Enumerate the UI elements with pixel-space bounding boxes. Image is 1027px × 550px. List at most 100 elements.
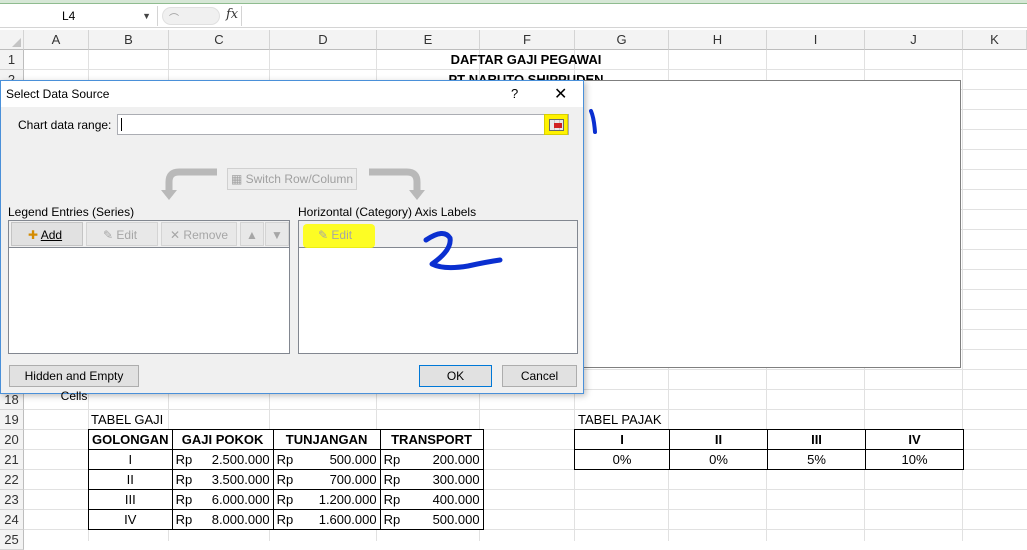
column-header-e[interactable]: E — [377, 30, 480, 50]
amount: 1.600.000 — [318, 512, 377, 527]
table-cell[interactable]: Rp 6.000.000 — [171, 489, 274, 510]
table-header-cell[interactable]: TUNJANGAN — [272, 429, 381, 450]
column-header-h[interactable]: H — [669, 30, 767, 50]
hidden-empty-cells-button[interactable]: Hidden and Empty Cells — [9, 365, 139, 403]
table-cell[interactable]: 0% — [669, 449, 768, 470]
column-header-b[interactable]: B — [89, 30, 169, 50]
edit-axis-labels-button[interactable]: ✎ Edit — [301, 222, 373, 246]
row-header-22[interactable]: 22 — [0, 470, 24, 490]
table-row: II Rp 3.500.000 Rp 700.000 Rp 300.000 — [88, 469, 484, 490]
table-header-cell[interactable]: III — [767, 429, 866, 450]
amount: 500.000 — [432, 512, 480, 527]
select-all-corner[interactable] — [0, 30, 24, 50]
close-icon[interactable]: ✕ — [554, 84, 567, 104]
table-cell[interactable]: IV — [88, 509, 173, 530]
chart-area[interactable] — [583, 80, 961, 368]
table-cell[interactable]: Rp 500.000 — [272, 449, 381, 470]
formula-buttons: ⌒ fx — [160, 6, 242, 26]
curved-arrow-left-icon — [161, 168, 217, 200]
table-header-cell[interactable]: II — [669, 429, 768, 450]
edit-icon: ✎ — [318, 228, 329, 242]
range-picker-icon[interactable] — [544, 114, 568, 135]
column-header-a[interactable]: A — [24, 30, 89, 50]
name-box[interactable]: L4 ▼ — [0, 6, 158, 26]
currency-label: Rp — [175, 452, 193, 467]
formula-bar: L4 ▼ ⌒ fx — [0, 4, 1027, 28]
legend-toolbar: ✚ Add ✎ Edit ✕ Remove ▲ ▼ — [9, 221, 289, 248]
table-cell[interactable]: II — [88, 469, 173, 490]
column-header-j[interactable]: J — [865, 30, 963, 50]
add-icon: ✚ — [28, 228, 39, 242]
remove-label: Remove — [183, 228, 229, 242]
amount: 3.500.000 — [211, 472, 270, 487]
table-header-row: I II III IV — [574, 429, 964, 450]
grid-line — [24, 69, 1027, 70]
add-series-button[interactable]: ✚ Add — [11, 222, 83, 246]
table-cell[interactable]: Rp 3.500.000 — [171, 469, 274, 490]
table-cell[interactable]: III — [88, 489, 173, 510]
table-cell[interactable]: Rp 300.000 — [379, 469, 484, 490]
column-header-i[interactable]: I — [767, 30, 865, 50]
table-cell[interactable]: Rp 700.000 — [272, 469, 381, 490]
chart-data-range-input[interactable] — [117, 114, 569, 135]
row-header-20[interactable]: 20 — [0, 430, 24, 450]
column-header-f[interactable]: F — [480, 30, 575, 50]
table-cell[interactable]: 5% — [767, 449, 866, 470]
table-cell[interactable]: Rp 2.500.000 — [171, 449, 274, 470]
table-cell[interactable]: 0% — [574, 449, 670, 470]
row-header-1[interactable]: 1 — [0, 50, 24, 70]
remove-series-button[interactable]: ✕ Remove — [161, 222, 237, 246]
chevron-down-icon[interactable]: ▼ — [142, 6, 151, 26]
formula-cancel-confirm[interactable]: ⌒ — [162, 7, 220, 25]
currency-label: Rp — [383, 492, 401, 507]
column-header-d[interactable]: D — [270, 30, 377, 50]
table-row: 0% 0% 5% 10% — [574, 449, 964, 470]
table-cell[interactable]: I — [88, 449, 173, 470]
table-cell[interactable]: Rp 500.000 — [379, 509, 484, 530]
row-header-23[interactable]: 23 — [0, 490, 24, 510]
table-cell[interactable]: Rp 200.000 — [379, 449, 484, 470]
table-header-cell[interactable]: TRANSPORT — [379, 429, 484, 450]
row-header-24[interactable]: 24 — [0, 510, 24, 530]
cancel-button[interactable]: Cancel — [502, 365, 577, 387]
column-header-g[interactable]: G — [575, 30, 669, 50]
column-header-c[interactable]: C — [169, 30, 270, 50]
grid-line — [24, 409, 1027, 410]
edit-series-button[interactable]: ✎ Edit — [86, 222, 158, 246]
arrow-down-icon: ▼ — [271, 228, 283, 242]
help-icon[interactable]: ? — [511, 86, 518, 101]
formula-input[interactable] — [244, 6, 1027, 26]
currency-label: Rp — [383, 512, 401, 527]
table-header-cell[interactable]: GAJI POKOK — [171, 429, 274, 450]
row-header-21[interactable]: 21 — [0, 450, 24, 470]
insert-function-icon[interactable]: fx — [226, 7, 238, 22]
amount: 1.200.000 — [318, 492, 377, 507]
amount: 2.500.000 — [211, 452, 270, 467]
curved-arrow-right-icon — [369, 168, 425, 200]
row-header-19[interactable]: 19 — [0, 410, 24, 430]
column-header-k[interactable]: K — [963, 30, 1027, 50]
gaji-table-label[interactable]: TABEL GAJI — [91, 412, 163, 427]
table-cell[interactable]: Rp 400.000 — [379, 489, 484, 510]
table-cell[interactable]: Rp 1.600.000 — [272, 509, 381, 530]
move-down-button[interactable]: ▼ — [265, 222, 289, 246]
table-header-cell[interactable]: I — [574, 429, 670, 450]
table-cell[interactable]: Rp 8.000.000 — [171, 509, 274, 530]
row-header-25[interactable]: 25 — [0, 530, 24, 550]
dialog-titlebar[interactable]: Select Data Source ? ✕ — [1, 81, 583, 107]
add-label: Add — [40, 228, 63, 242]
table-cell[interactable]: Rp 1.200.000 — [272, 489, 381, 510]
sheet-title[interactable]: DAFTAR GAJI PEGAWAI — [376, 52, 676, 67]
amount: 200.000 — [432, 452, 480, 467]
pajak-table-label[interactable]: TABEL PAJAK — [578, 412, 662, 427]
table-cell[interactable]: 10% — [865, 449, 964, 470]
switch-row-column-button[interactable]: ▦ Switch Row/Column — [227, 168, 357, 190]
axis-edit-label: Edit — [331, 228, 353, 242]
move-up-button[interactable]: ▲ — [240, 222, 264, 246]
ok-button[interactable]: OK — [419, 365, 492, 387]
legend-entries-panel: ✚ Add ✎ Edit ✕ Remove ▲ ▼ — [8, 220, 290, 354]
currency-label: Rp — [175, 472, 193, 487]
table-header-cell[interactable]: IV — [865, 429, 964, 450]
table-header-cell[interactable]: GOLONGAN — [88, 429, 173, 450]
currency-label: Rp — [276, 452, 294, 467]
